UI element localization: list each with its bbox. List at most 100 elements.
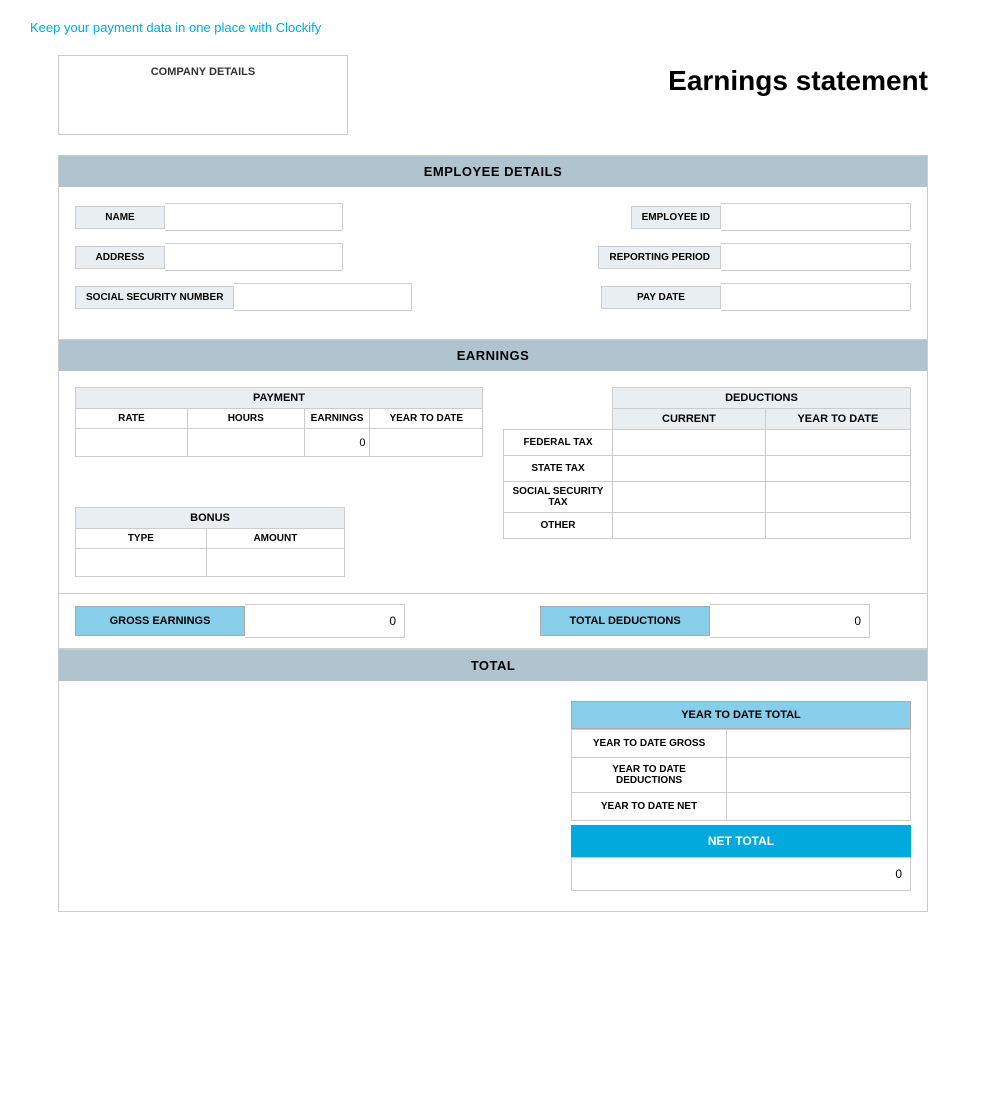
payment-rate-cell[interactable] <box>76 429 188 457</box>
deduction-ytd-3[interactable] <box>765 513 910 539</box>
payment-col-earnings: EARNINGS <box>304 409 370 429</box>
payment-ytd-cell[interactable] <box>370 429 483 457</box>
ytd-value-input-2[interactable] <box>735 799 902 814</box>
address-field-group: ADDRESS <box>75 243 343 271</box>
payment-earnings-cell[interactable]: 0 <box>304 429 370 457</box>
net-total-value: 0 <box>571 857 911 891</box>
total-section-body: YEAR TO DATE TOTAL YEAR TO DATE GROSSYEA… <box>59 681 927 911</box>
deduction-ytd-input-3[interactable] <box>774 517 902 534</box>
ytd-value-0[interactable] <box>727 730 911 758</box>
pay-date-field-group: PAY DATE <box>601 283 911 311</box>
ytd-value-input-1[interactable] <box>735 768 902 783</box>
address-label: ADDRESS <box>75 246 165 269</box>
payment-col-rate: RATE <box>76 409 188 429</box>
deduction-row: STATE TAX <box>504 456 911 482</box>
earnings-header: EARNINGS <box>59 340 927 371</box>
deduction-ytd-input-0[interactable] <box>774 434 902 451</box>
deduction-ytd-input-1[interactable] <box>774 460 902 477</box>
deduction-current-2[interactable] <box>612 482 765 513</box>
deduction-current-input-0[interactable] <box>621 434 757 451</box>
payment-hours-cell[interactable] <box>187 429 304 457</box>
ssn-label: SOCIAL SECURITY NUMBER <box>75 286 234 309</box>
payment-title: PAYMENT <box>76 388 483 409</box>
employee-id-field-group: EMPLOYEE ID <box>631 203 911 231</box>
deduction-current-input-3[interactable] <box>621 517 757 534</box>
ytd-row: YEAR TO DATE DEDUCTIONS <box>572 758 911 793</box>
employee-row-1: NAME EMPLOYEE ID <box>75 203 911 231</box>
payment-col-hours: HOURS <box>187 409 304 429</box>
top-link-bar: Keep your payment data in one place with… <box>0 0 986 55</box>
gross-earnings-value: 0 <box>245 604 405 638</box>
deduction-label-2: SOCIAL SECURITY TAX <box>504 482 613 513</box>
pay-date-input[interactable] <box>721 283 911 311</box>
employee-details-section: EMPLOYEE DETAILS NAME EMPLOYEE ID ADDRES… <box>58 155 928 340</box>
net-total-header: NET TOTAL <box>571 825 911 857</box>
name-field-group: NAME <box>75 203 343 231</box>
ssn-input[interactable] <box>234 283 412 311</box>
totals-row: GROSS EARNINGS 0 TOTAL DEDUCTIONS 0 <box>59 593 927 649</box>
company-details-label: COMPANY DETAILS <box>69 66 337 78</box>
ytd-row: YEAR TO DATE NET <box>572 793 911 821</box>
total-section: TOTAL YEAR TO DATE TOTAL YEAR TO DATE GR… <box>58 650 928 912</box>
deductions-table: DEDUCTIONS CURRENT YEAR TO DATE FEDERAL … <box>503 387 911 539</box>
name-input[interactable] <box>165 203 343 231</box>
reporting-period-label: REPORTING PERIOD <box>598 246 721 269</box>
reporting-period-field-group: REPORTING PERIOD <box>598 243 911 271</box>
address-input[interactable] <box>165 243 343 271</box>
ytd-total-header: YEAR TO DATE TOTAL <box>571 701 911 729</box>
deduction-ytd-1[interactable] <box>765 456 910 482</box>
deductions-col-current: CURRENT <box>612 409 765 430</box>
deduction-label-3: OTHER <box>504 513 613 539</box>
payment-rate-input[interactable] <box>82 433 181 452</box>
payment-col-ytd: YEAR TO DATE <box>370 409 483 429</box>
reporting-period-input[interactable] <box>721 243 911 271</box>
deduction-current-0[interactable] <box>612 430 765 456</box>
bonus-title: BONUS <box>76 508 345 529</box>
deduction-current-1[interactable] <box>612 456 765 482</box>
payment-table: PAYMENT RATE HOURS EARNINGS YEAR TO DATE <box>75 387 483 457</box>
clockify-link[interactable]: Keep your payment data in one place with… <box>30 20 321 35</box>
ytd-value-2[interactable] <box>727 793 911 821</box>
employee-id-input[interactable] <box>721 203 911 231</box>
bonus-table: BONUS TYPE AMOUNT <box>75 507 345 577</box>
ssn-field-group: SOCIAL SECURITY NUMBER <box>75 283 412 311</box>
company-details-box: COMPANY DETAILS <box>58 55 348 135</box>
page-container: COMPANY DETAILS Earnings statement EMPLO… <box>28 55 958 952</box>
gross-earnings-label: GROSS EARNINGS <box>75 606 245 636</box>
deductions-col-ytd: YEAR TO DATE <box>765 409 910 430</box>
bonus-amount-cell[interactable] <box>206 549 344 577</box>
ytd-label-1: YEAR TO DATE DEDUCTIONS <box>572 758 727 793</box>
earnings-body: PAYMENT RATE HOURS EARNINGS YEAR TO DATE <box>59 371 927 593</box>
deduction-ytd-0[interactable] <box>765 430 910 456</box>
ytd-row: YEAR TO DATE GROSS <box>572 730 911 758</box>
bonus-col-type: TYPE <box>76 529 207 549</box>
header-row: COMPANY DETAILS Earnings statement <box>58 55 928 135</box>
deduction-ytd-2[interactable] <box>765 482 910 513</box>
deduction-current-3[interactable] <box>612 513 765 539</box>
total-deductions-value: 0 <box>710 604 870 638</box>
ytd-table: YEAR TO DATE GROSSYEAR TO DATE DEDUCTION… <box>571 729 911 821</box>
ytd-value-input-0[interactable] <box>735 736 902 751</box>
bonus-type-cell[interactable] <box>76 549 207 577</box>
bonus-col-amount: AMOUNT <box>206 529 344 549</box>
employee-row-3: SOCIAL SECURITY NUMBER PAY DATE <box>75 283 911 311</box>
total-deductions-group: TOTAL DEDUCTIONS 0 <box>540 604 911 638</box>
bonus-amount-input[interactable] <box>215 553 336 572</box>
payment-ytd-input[interactable] <box>376 433 476 452</box>
deduction-ytd-input-2[interactable] <box>774 486 902 508</box>
payment-hours-input[interactable] <box>194 433 298 452</box>
deduction-row: OTHER <box>504 513 911 539</box>
bonus-type-input[interactable] <box>84 553 198 572</box>
ytd-table-wrapper: YEAR TO DATE TOTAL YEAR TO DATE GROSSYEA… <box>571 701 911 891</box>
deduction-current-input-2[interactable] <box>621 486 757 508</box>
deduction-current-input-1[interactable] <box>621 460 757 477</box>
deductions-title: DEDUCTIONS <box>612 388 910 409</box>
ytd-value-1[interactable] <box>727 758 911 793</box>
ytd-label-0: YEAR TO DATE GROSS <box>572 730 727 758</box>
deduction-row: FEDERAL TAX <box>504 430 911 456</box>
deduction-row: SOCIAL SECURITY TAX <box>504 482 911 513</box>
gross-earnings-group: GROSS EARNINGS 0 <box>75 604 446 638</box>
earnings-left-panel: PAYMENT RATE HOURS EARNINGS YEAR TO DATE <box>75 387 483 577</box>
employee-id-label: EMPLOYEE ID <box>631 206 721 229</box>
pay-date-label: PAY DATE <box>601 286 721 309</box>
